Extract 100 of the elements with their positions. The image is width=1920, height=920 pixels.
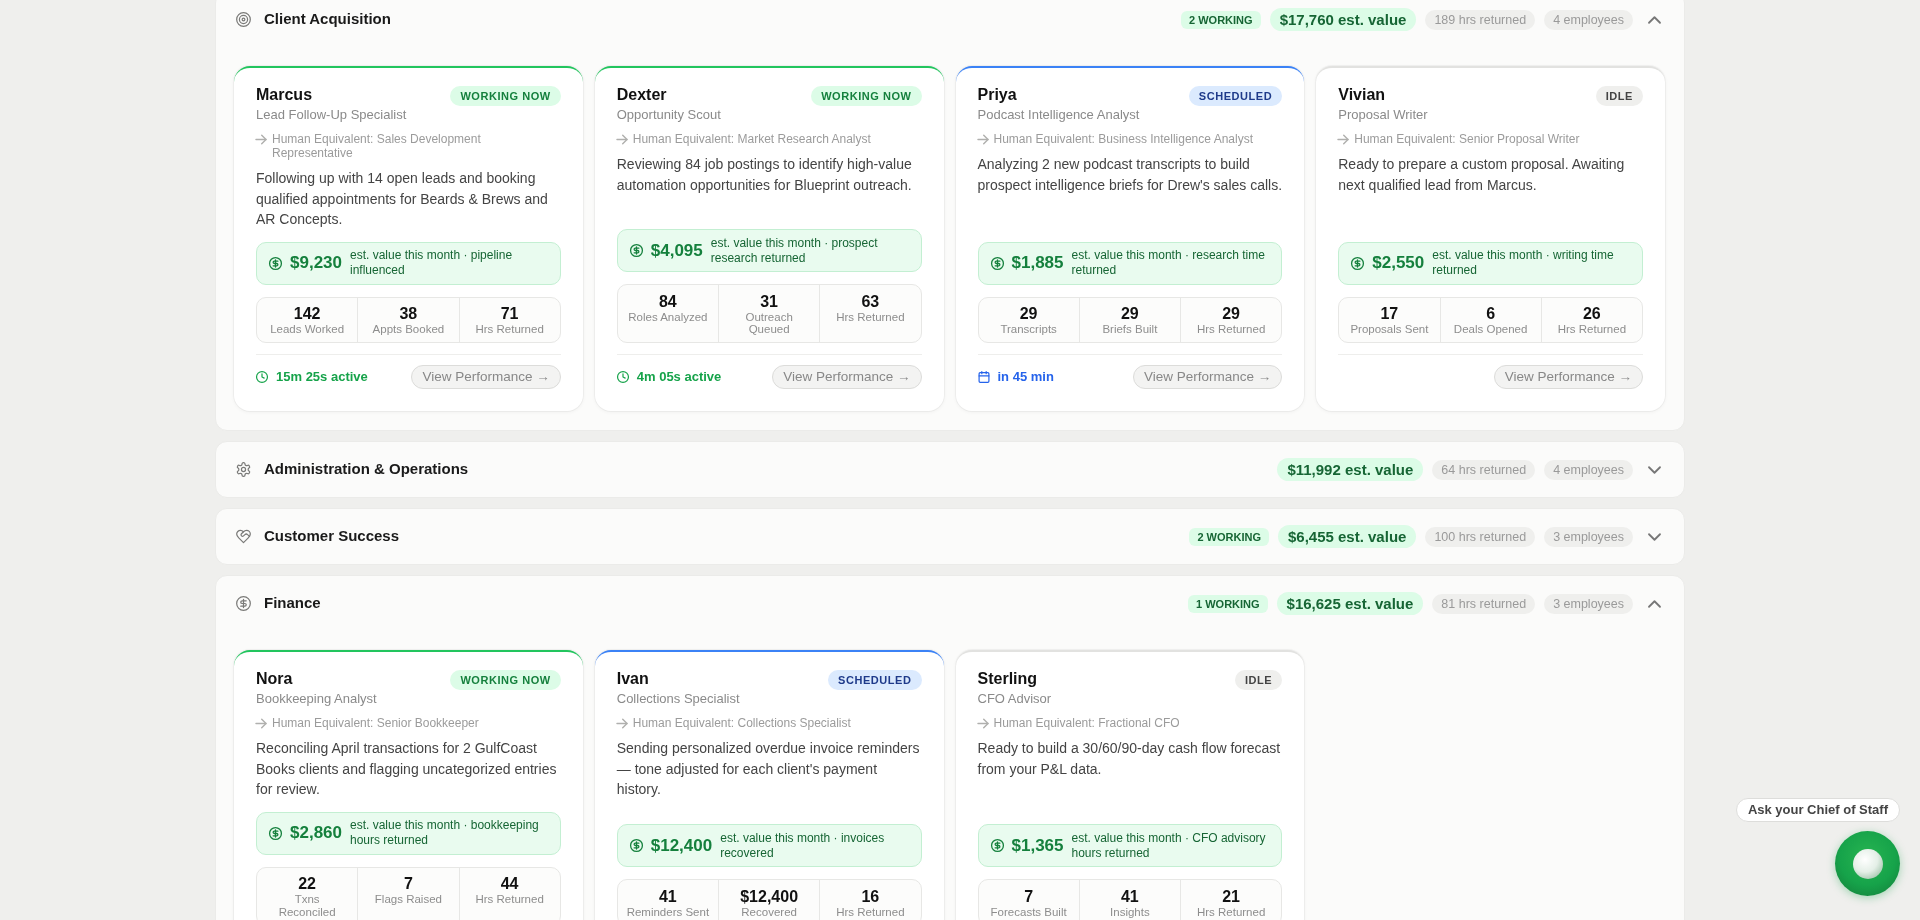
view-performance-button[interactable]: View Performance →	[772, 365, 922, 389]
value-badge: $6,455 est. value	[1277, 525, 1417, 548]
human-equivalent-text: Human Equivalent: Sales Development Representative	[272, 132, 482, 160]
target-icon	[236, 12, 251, 27]
employee-name: Dexter	[616, 85, 667, 105]
employee-count-badge: 4 employees	[1544, 9, 1633, 30]
status-badge: IDLE	[1595, 86, 1643, 106]
chevron-up-icon[interactable]	[1649, 16, 1660, 23]
view-performance-button[interactable]: View Performance →	[411, 365, 561, 389]
status-badge: SCHEDULED	[1188, 86, 1283, 106]
employee-count-badge: 4 employees	[1544, 459, 1633, 480]
stat-label: Hrs Returned	[1556, 323, 1628, 336]
section-title: Client Acquisition	[264, 9, 391, 30]
status-badge: WORKING NOW	[450, 670, 561, 690]
human-equivalent-text: Human Equivalent: Senior Bookkeeper	[272, 716, 479, 730]
task-description: Reconciling April transactions for 2 GulfCoast Books clients and flagging uncategorized entries for review.	[256, 739, 558, 799]
human-equivalent-text: Human Equivalent: Business Intelligence Analyst	[993, 132, 1253, 146]
value-badge: $17,760 est. value	[1269, 8, 1417, 31]
stat-label: Reminders Sent	[626, 905, 710, 918]
human-equivalent-text: Human Equivalent: Market Research Analyst	[632, 132, 871, 146]
dollar-circle-icon	[990, 839, 1004, 852]
value-badge: $16,625 est. value	[1276, 592, 1424, 615]
activity-status: 15m 25s active	[276, 368, 368, 387]
stat-label: Hrs Returned	[1195, 905, 1267, 918]
employee-name: Vivian	[1338, 85, 1386, 105]
value-note: est. value this month · pipeline influenced	[350, 248, 514, 278]
human-equivalent-text: Human Equivalent: Senior Proposal Writer	[1354, 132, 1580, 146]
stat-value: 44	[499, 874, 520, 893]
stat-value: 142	[292, 304, 322, 323]
stat-value: 7	[1023, 886, 1035, 906]
status-badge: WORKING NOW	[450, 86, 561, 106]
human-equivalent-text: Human Equivalent: Collections Specialist	[632, 716, 851, 730]
value-amount: $12,400	[650, 834, 713, 857]
status-badge: IDLE	[1235, 670, 1283, 690]
working-count-badge: 1 WORKING	[1188, 594, 1268, 613]
clock-icon	[616, 371, 629, 383]
dollar-circle-icon	[236, 596, 251, 611]
stat-value: 38	[398, 304, 419, 323]
value-note: est. value this month · writing time returned	[1432, 248, 1615, 278]
clock-icon	[256, 371, 268, 383]
stat-label: Appts Booked	[371, 323, 446, 336]
employee-name: Priya	[977, 85, 1017, 105]
employee-role: Podcast Intelligence Analyst	[977, 106, 1141, 124]
stat-label: Hrs Returned	[474, 323, 545, 336]
value-note: est. value this month · invoices recovered	[720, 830, 886, 861]
arrow-right-icon	[256, 719, 266, 728]
stat-label: Insights	[1109, 905, 1151, 918]
stat-value: 84	[657, 291, 678, 311]
employee-role: Bookkeeping Analyst	[256, 690, 378, 708]
stat-label: Outreach Queued	[744, 310, 794, 336]
employee-name: Nora	[256, 669, 293, 689]
employee-role: CFO Advisor	[977, 690, 1053, 708]
section-title: Finance	[264, 593, 321, 614]
working-count-badge: 2 WORKING	[1189, 527, 1269, 546]
heart-icon	[236, 529, 251, 544]
hours-badge: 100 hrs returned	[1425, 526, 1536, 547]
stat-label: Forecasts Built	[989, 905, 1068, 918]
gear-icon	[236, 462, 251, 477]
stat-value: 6	[1485, 304, 1497, 323]
dollar-circle-icon	[629, 839, 643, 852]
chevron-up-icon[interactable]	[1649, 600, 1660, 607]
stat-label: Proposals Sent	[1349, 323, 1430, 336]
task-description: Ready to prepare a custom proposal. Awaiting next qualified lead from Marcus.	[1338, 155, 1626, 195]
dollar-circle-icon	[269, 256, 282, 270]
orb-icon	[1852, 848, 1883, 879]
arrow-right-icon	[977, 135, 988, 144]
employee-name: Sterling	[977, 669, 1038, 689]
view-performance-button[interactable]: View Performance →	[1493, 365, 1643, 389]
hours-badge: 64 hrs returned	[1432, 459, 1536, 480]
task-description: Sending personalized overdue invoice reminders — tone adjusted for each client's payment history.	[616, 739, 921, 799]
chevron-down-icon[interactable]	[1649, 466, 1660, 473]
stat-value: 21	[1221, 886, 1241, 906]
employee-name: Marcus	[256, 85, 313, 105]
section-title: Customer Success	[264, 526, 400, 547]
employee-name: Ivan	[616, 669, 649, 689]
value-amount: $2,550	[1372, 252, 1425, 275]
stat-value: 41	[1119, 886, 1140, 906]
view-performance-button[interactable]: View Performance →	[1132, 365, 1283, 389]
employee-count-badge: 3 employees	[1544, 526, 1633, 547]
stat-value: 71	[499, 304, 520, 323]
stat-value: 29	[1018, 304, 1039, 323]
stat-label: Flags Raised	[373, 893, 443, 906]
stat-label: Hrs Returned	[835, 310, 906, 323]
stat-value: 16	[860, 886, 881, 906]
stat-label: Roles Analyzed	[627, 310, 709, 323]
value-note: est. value this month · bookkeeping hours returned	[350, 818, 540, 848]
stat-value: 7	[402, 874, 414, 893]
value-amount: $1,365	[1011, 834, 1064, 857]
arrow-right-icon	[616, 719, 627, 728]
stat-label: Hrs Returned	[474, 893, 545, 906]
stat-label: Transcripts	[999, 323, 1058, 336]
dollar-circle-icon	[629, 244, 643, 257]
chevron-down-icon[interactable]	[1649, 533, 1660, 540]
value-note: est. value this month · CFO advisory hours returned	[1071, 830, 1267, 861]
value-amount: $1,885	[1011, 252, 1064, 275]
dollar-circle-icon	[1351, 256, 1365, 270]
assistant-button[interactable]	[1835, 831, 1900, 896]
stat-value: 29	[1119, 304, 1140, 323]
hours-badge: 189 hrs returned	[1425, 9, 1536, 30]
status-badge: WORKING NOW	[811, 86, 922, 106]
